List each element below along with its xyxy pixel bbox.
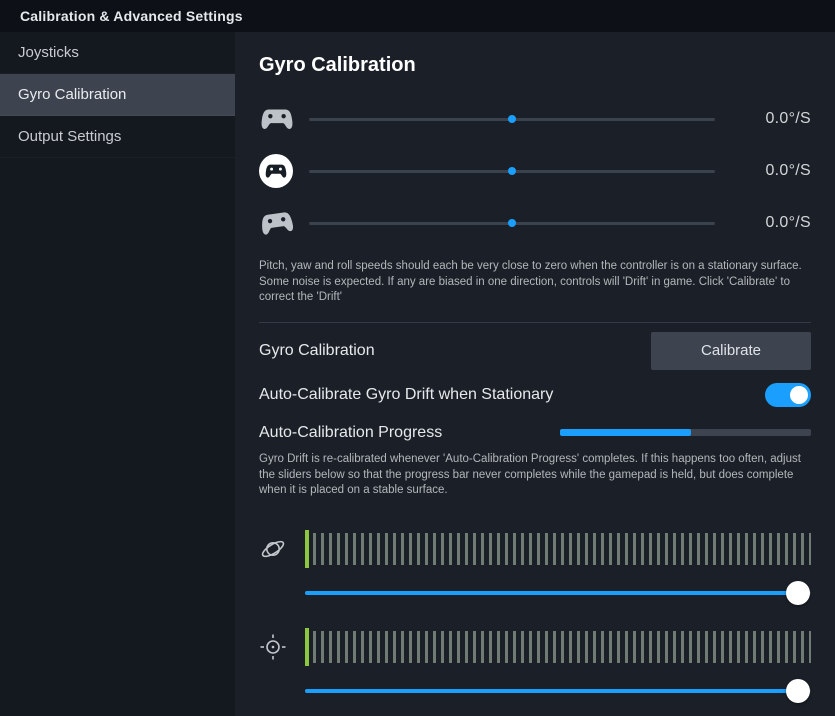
section-divider [259,322,811,323]
gyro-calibration-row: Gyro Calibration Calibrate [259,332,811,370]
calibration-note: Pitch, yaw and roll speeds should each b… [259,259,811,306]
noise-threshold-group-precision [259,631,811,703]
meter-peak-bar [305,530,309,568]
gamepad-top-icon [259,154,309,188]
meter-dot [508,219,516,227]
gyro-speed-meter-yaw [309,170,715,173]
gyro-speed-value-pitch: 0.0°/S [733,110,811,128]
precision-target-icon [259,631,305,663]
progress-note: Gyro Drift is re-calibrated whenever 'Au… [259,452,811,499]
gyro-calibration-label: Gyro Calibration [259,342,375,360]
auto-calibration-progress-label: Auto-Calibration Progress [259,424,442,442]
gyro-speed-row-roll: 0.0°/S [259,197,811,249]
gamepad-tilt-icon [259,211,309,235]
slider-track[interactable] [305,591,811,595]
sidebar-item-joysticks[interactable]: Joysticks [0,32,235,74]
toggle-knob [790,386,808,404]
progress-fill [560,429,691,436]
gyro-rotation-icon [259,533,305,565]
slider-thumb[interactable] [786,581,810,605]
gyro-speed-meter-roll [309,222,715,225]
slider-thumb[interactable] [786,679,810,703]
meter-peak-bar [305,628,309,666]
gyro-speed-value-yaw: 0.0°/S [733,162,811,180]
noise-meter-precision [305,631,811,663]
window-title: Calibration & Advanced Settings [20,8,243,24]
sidebar-item-gyro-calibration[interactable]: Gyro Calibration [0,74,235,116]
auto-calibrate-label: Auto-Calibrate Gyro Drift when Stationar… [259,386,553,404]
threshold-slider-rotation[interactable] [305,581,811,605]
meter-dot [508,167,516,175]
gamepad-front-icon [259,107,309,131]
gyro-speed-meter-pitch [309,118,715,121]
noise-meter-rotation [305,533,811,565]
gyro-speed-value-roll: 0.0°/S [733,214,811,232]
sidebar-item-output-settings[interactable]: Output Settings [0,116,235,158]
gyro-speed-row-yaw: 0.0°/S [259,145,811,197]
noise-threshold-group-rotation [259,533,811,605]
settings-sidebar: Joysticks Gyro Calibration Output Settin… [0,32,235,716]
calibrate-button[interactable]: Calibrate [651,332,811,370]
auto-calibrate-row: Auto-Calibrate Gyro Drift when Stationar… [259,383,811,407]
page-title: Gyro Calibration [259,54,811,77]
threshold-slider-precision[interactable] [305,679,811,703]
gamepad-top-circle [259,154,293,188]
auto-calibration-progress-row: Auto-Calibration Progress [259,424,811,442]
gyro-speed-row-pitch: 0.0°/S [259,93,811,145]
auto-calibrate-toggle[interactable] [765,383,811,407]
meter-dot [508,115,516,123]
slider-track[interactable] [305,689,811,693]
title-bar: Calibration & Advanced Settings [0,0,835,32]
auto-calibration-progress-bar [560,429,811,436]
gyro-calibration-panel: Gyro Calibration 0.0°/S [235,32,835,716]
